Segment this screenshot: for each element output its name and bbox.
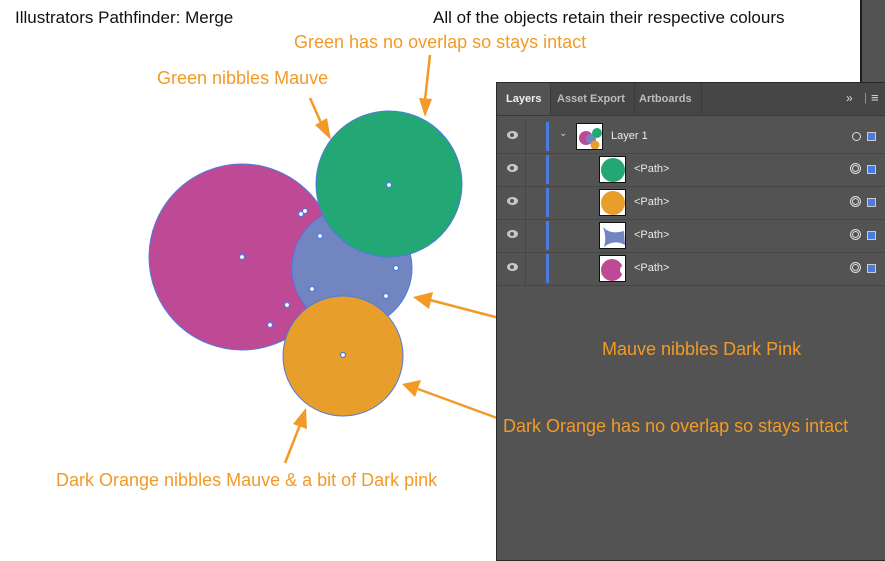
path-name[interactable]: <Path>	[634, 186, 669, 219]
layer-thumbnail	[576, 123, 603, 150]
eye-icon[interactable]	[507, 230, 518, 238]
path-name[interactable]: <Path>	[634, 252, 669, 285]
tab-layers[interactable]: Layers	[497, 83, 552, 115]
tab-asset-export[interactable]: Asset Export	[548, 83, 635, 115]
layers-panel: Layers Asset Export Artboards » | ≡ ⌄ La…	[496, 82, 885, 561]
layer-row[interactable]: ⌄ Layer 1	[497, 120, 885, 154]
selection-indicator[interactable]	[867, 165, 876, 174]
eye-icon[interactable]	[507, 197, 518, 205]
target-icon[interactable]	[850, 229, 861, 240]
double-chevron-right-icon[interactable]: »	[846, 91, 853, 105]
path-thumbnail-pink	[599, 255, 626, 282]
path-thumbnail-mauve	[599, 222, 626, 249]
eye-icon[interactable]	[507, 263, 518, 271]
label-mauve-nibbles: Mauve nibbles Dark Pink	[602, 339, 802, 359]
eye-icon[interactable]	[507, 164, 518, 172]
selection-indicator[interactable]	[867, 132, 876, 141]
path-thumbnail-green	[599, 156, 626, 183]
label-orange-nibbles: Dark Orange nibbles Mauve & a bit of Dar…	[56, 470, 438, 490]
eye-icon[interactable]	[507, 131, 518, 139]
path-row[interactable]: <Path>	[497, 252, 885, 286]
tab-artboards[interactable]: Artboards	[630, 83, 702, 115]
path-row[interactable]: <Path>	[497, 153, 885, 187]
path-row[interactable]: <Path>	[497, 186, 885, 220]
selection-indicator[interactable]	[867, 198, 876, 207]
path-thumbnail-orange	[599, 189, 626, 216]
path-name[interactable]: <Path>	[634, 153, 669, 186]
path-row[interactable]: <Path>	[497, 219, 885, 253]
path-name[interactable]: <Path>	[634, 219, 669, 252]
target-icon[interactable]	[850, 163, 861, 174]
target-icon[interactable]	[852, 132, 861, 141]
label-orange-intact: Dark Orange has no overlap so stays inta…	[503, 416, 849, 436]
target-icon[interactable]	[850, 196, 861, 207]
selection-indicator[interactable]	[867, 264, 876, 273]
target-icon[interactable]	[850, 262, 861, 273]
layer-name[interactable]: Layer 1	[611, 120, 648, 153]
panel-tabs: Layers Asset Export Artboards » | ≡	[497, 83, 885, 116]
selection-indicator[interactable]	[867, 231, 876, 240]
chevron-down-icon[interactable]: ⌄	[559, 128, 567, 139]
hamburger-menu-icon[interactable]: ≡	[871, 90, 879, 105]
